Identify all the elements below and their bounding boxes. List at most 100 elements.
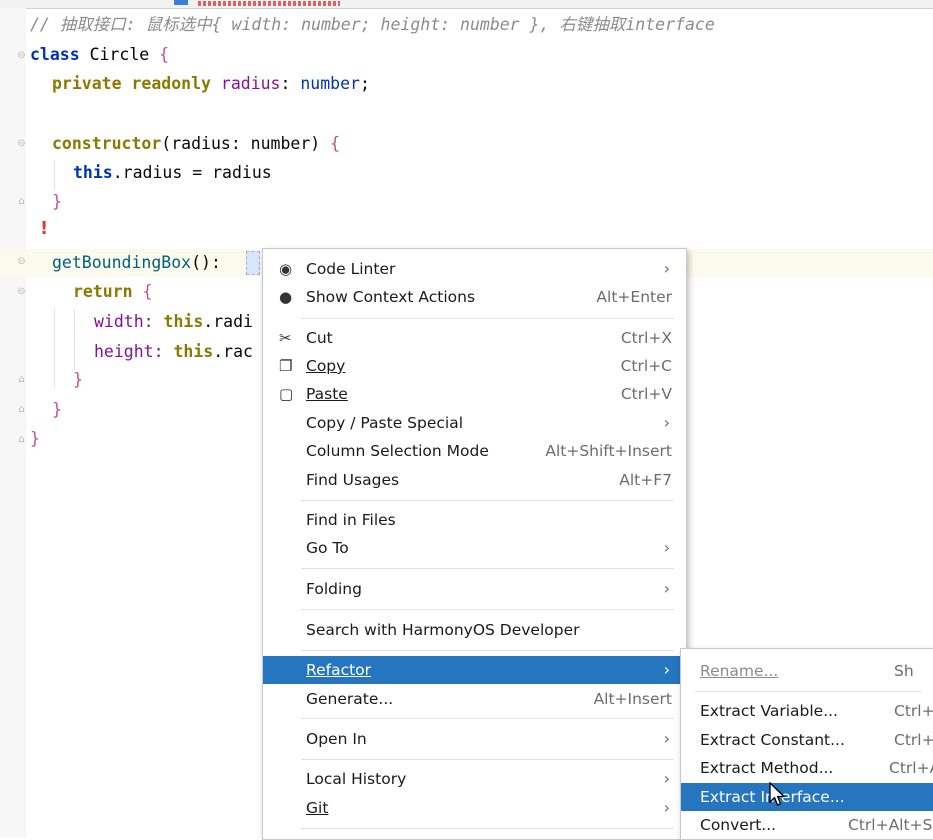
menu-item-show-context-actions[interactable]: ● Show Context Actions Alt+Enter (263, 283, 686, 311)
mouse-pointer-icon (769, 782, 786, 806)
menu-label: Copy / Paste Special (306, 414, 464, 432)
menu-item-folding[interactable]: Folding › (263, 575, 686, 603)
brace: } (30, 429, 40, 448)
paste-icon: ▢ (279, 385, 294, 403)
chevron-right-icon: › (663, 798, 670, 817)
code-line-10: return { (73, 278, 152, 306)
menu-item-git[interactable]: Git › (263, 794, 686, 822)
code-line-12: height: this.rac (94, 338, 253, 366)
code-line-9: getBoundingBox(): (52, 249, 231, 277)
submenu-item-rename[interactable]: Rename... Sh (681, 657, 933, 685)
brace: } (52, 192, 62, 211)
brace: { (330, 134, 341, 153)
code-line-13: } (73, 366, 83, 394)
menu-item-open-in[interactable]: Open In › (263, 725, 686, 753)
menu-label: Show Context Actions (306, 288, 476, 306)
code-line-11: width: this.radi (94, 308, 253, 336)
menu-shortcut: Alt+Enter (596, 288, 672, 306)
submenu-item-extract-variable[interactable]: Extract Variable... Ctrl+ (681, 697, 933, 725)
brace: { (159, 45, 170, 64)
menu-shortcut: Alt+Shift+Insert (545, 442, 672, 460)
menu-shortcut: Sh (894, 662, 914, 680)
menu-label: Folding (306, 580, 362, 598)
property: width: (94, 312, 164, 331)
menu-item-paste[interactable]: ▢ Paste Ctrl+V (263, 380, 686, 408)
menu-item-search-harmonyos[interactable]: Search with HarmonyOS Developer (263, 616, 686, 644)
menu-item-generate[interactable]: Generate... Alt+Insert (263, 685, 686, 713)
method-name: getBoundingBox (52, 253, 192, 272)
menu-shortcut: Alt+Insert (593, 690, 672, 708)
menu-label: Search with HarmonyOS Developer (306, 621, 580, 639)
brace: } (52, 400, 62, 419)
code-linter-icon: ◉ (279, 260, 293, 278)
menu-item-refactor[interactable]: Refactor › (263, 656, 686, 684)
menu-label: Open In (306, 730, 367, 748)
semicolon: ; (359, 74, 370, 93)
menu-item-find-in-files[interactable]: Find in Files (263, 506, 686, 534)
keyword: return (73, 282, 133, 301)
menu-shortcut: Ctrl+A (889, 759, 933, 777)
menu-label: Go To (306, 539, 349, 557)
member: .radi (203, 312, 253, 331)
fold-open-icon[interactable]: ⊖ (16, 50, 27, 61)
active-tab[interactable] (170, 0, 350, 8)
class-name: Circle (89, 45, 150, 64)
menu-item-copy-paste-special[interactable]: Copy / Paste Special › (263, 409, 686, 437)
chevron-right-icon: › (663, 660, 670, 679)
menu-label: Paste (306, 385, 348, 403)
menu-shortcut: Ctrl+C (620, 357, 672, 375)
submenu-item-extract-constant[interactable]: Extract Constant... Ctrl+ (681, 726, 933, 754)
keyword: private readonly (52, 74, 211, 93)
menu-shortcut: Alt+F7 (619, 471, 672, 489)
menu-separator (301, 650, 674, 651)
menu-item-copy[interactable]: ❐ Copy Ctrl+C (263, 352, 686, 380)
bulb-icon: ● (279, 288, 293, 306)
menu-separator (695, 691, 922, 692)
selection-mark (246, 251, 260, 275)
fold-close-icon[interactable]: ⌂ (16, 434, 27, 445)
menu-label: Rename... (700, 662, 779, 680)
code-line-2: class Circle { (30, 41, 169, 69)
keyword: class (30, 45, 80, 64)
menu-item-local-history[interactable]: Local History › (263, 765, 686, 793)
fold-close-icon[interactable]: ⌂ (16, 374, 27, 385)
menu-item-column-selection-mode[interactable]: Column Selection Mode Alt+Shift+Insert (263, 437, 686, 465)
submenu-item-convert[interactable]: Convert... Ctrl+Alt+S (681, 811, 933, 839)
keyword: this (163, 312, 204, 331)
menu-separator (301, 318, 674, 319)
menu-item-cut[interactable]: ✂ Cut Ctrl+X (263, 324, 686, 352)
property: height: (94, 342, 174, 361)
code-line-3: private readonly radius: number; (52, 70, 370, 98)
menu-item-find-usages[interactable]: Find Usages Alt+F7 (263, 466, 686, 494)
menu-separator (301, 568, 674, 569)
fold-open-icon[interactable]: ⊖ (16, 286, 27, 297)
menu-item-code-linter[interactable]: ◉ Code Linter › (263, 255, 686, 283)
menu-item-go-to[interactable]: Go To › (263, 534, 686, 562)
menu-label: Find Usages (306, 471, 400, 489)
keyword: constructor (52, 134, 162, 153)
menu-label: Generate... (306, 690, 394, 708)
submenu-item-extract-method[interactable]: Extract Method... Ctrl+A (681, 754, 933, 782)
fold-open-icon[interactable]: ⊖ (16, 138, 27, 149)
context-menu: ◉ Code Linter › ● Show Context Actions A… (262, 248, 687, 840)
chevron-right-icon: › (663, 729, 670, 748)
menu-shortcut: Ctrl+V (620, 385, 672, 403)
keyword: this (173, 342, 214, 361)
keyword: this (73, 163, 113, 182)
menu-separator (301, 718, 674, 719)
menu-label: Local History (306, 770, 407, 788)
code-line-6: this.radius = radius (73, 159, 272, 187)
menu-label: Refactor (306, 661, 372, 679)
fold-open-icon[interactable]: ⊖ (16, 256, 27, 267)
menu-label: Column Selection Mode (306, 442, 489, 460)
brace: } (73, 370, 83, 389)
error-bulb-icon[interactable]: ! (40, 218, 56, 239)
code-line-5: constructor(radius: number) { (52, 130, 340, 158)
submenu-item-extract-interface[interactable]: Extract Interface... (681, 783, 933, 811)
fold-close-icon[interactable]: ⌂ (16, 404, 27, 415)
fold-close-icon[interactable]: ⌂ (16, 196, 27, 207)
code-line-1: // 抽取接口: 鼠标选中{ width: number; height: nu… (30, 11, 715, 39)
menu-shortcut: Ctrl+Alt+S (848, 816, 933, 834)
menu-label: Cut (306, 329, 333, 347)
property: radius (220, 74, 281, 93)
